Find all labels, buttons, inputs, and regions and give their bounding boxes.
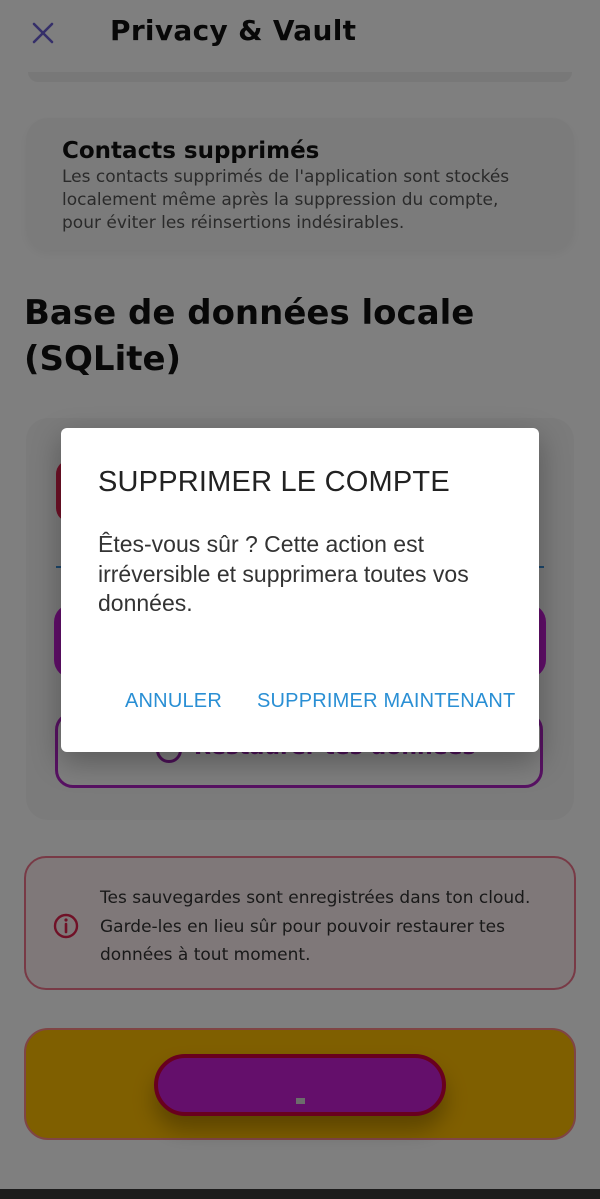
delete-account-dialog: SUPPRIMER LE COMPTE Êtes-vous sûr ? Cett… <box>61 428 539 752</box>
system-nav-bar <box>0 1189 600 1199</box>
delete-now-button[interactable]: SUPPRIMER MAINTENANT <box>257 690 515 713</box>
cancel-button[interactable]: ANNULER <box>125 690 222 713</box>
dialog-title: SUPPRIMER LE COMPTE <box>98 466 450 498</box>
dialog-message: Êtes-vous sûr ? Cette action est irréver… <box>98 531 469 616</box>
app-screen: Privacy & Vault Contacts supprimés Les c… <box>0 0 600 1189</box>
